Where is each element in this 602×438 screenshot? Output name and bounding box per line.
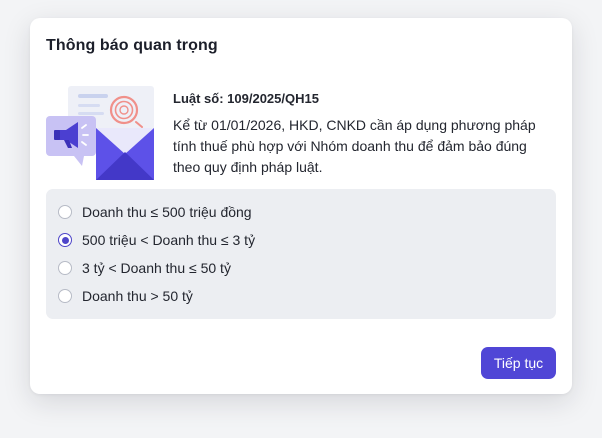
option-label: Doanh thu ≤ 500 triệu đồng: [82, 204, 252, 220]
option-label: 500 triệu < Doanh thu ≤ 3 tỷ: [82, 232, 256, 248]
option-revenue-over-50b[interactable]: Doanh thu > 50 tỷ: [58, 286, 193, 306]
notice-text: Luật số: 109/2025/QH15 Kể từ 01/01/2026,…: [173, 91, 553, 178]
law-number: Luật số: 109/2025/QH15: [173, 91, 319, 106]
option-label: Doanh thu > 50 tỷ: [82, 288, 193, 304]
radio-icon[interactable]: [58, 205, 72, 219]
revenue-group-options: Doanh thu ≤ 500 triệu đồng 500 triệu < D…: [46, 189, 556, 319]
continue-button[interactable]: Tiếp tục: [481, 347, 556, 379]
radio-icon[interactable]: [58, 289, 72, 303]
radio-checked-icon[interactable]: [58, 233, 72, 247]
dialog-title: Thông báo quan trọng: [46, 37, 218, 54]
megaphone-envelope-illustration: [44, 82, 160, 182]
option-revenue-500m-to-3b[interactable]: 500 triệu < Doanh thu ≤ 3 tỷ: [58, 230, 255, 250]
radio-icon[interactable]: [58, 261, 72, 275]
option-label: 3 tỷ < Doanh thu ≤ 50 tỷ: [82, 260, 231, 276]
option-revenue-under-500m[interactable]: Doanh thu ≤ 500 triệu đồng: [58, 202, 252, 222]
notice-body: Kể từ 01/01/2026, HKD, CNKD cần áp dụng …: [173, 117, 536, 175]
notice-dialog: Thông báo quan trọng Luật số: 109/2025/Q…: [30, 18, 572, 394]
option-revenue-3b-to-50b[interactable]: 3 tỷ < Doanh thu ≤ 50 tỷ: [58, 258, 231, 278]
